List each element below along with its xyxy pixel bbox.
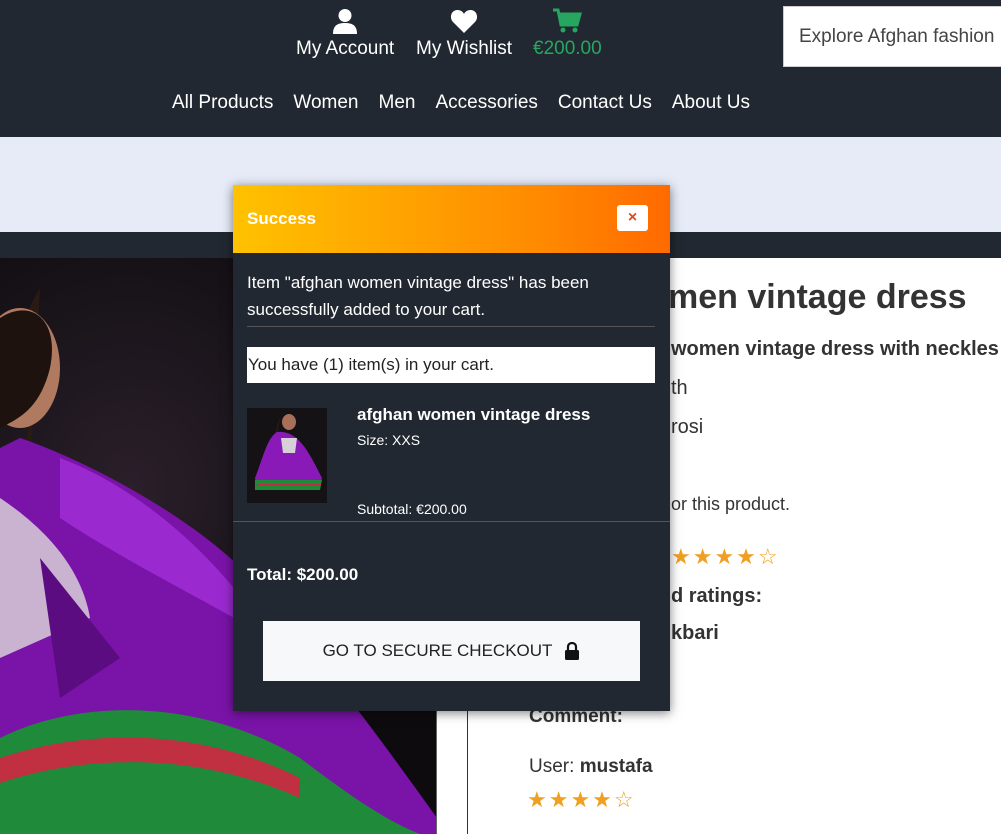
cart-total-label: Total: $200.00 [247, 565, 359, 584]
my-wishlist-label: My Wishlist [416, 38, 513, 59]
cart-icon [553, 8, 583, 33]
divider-2 [233, 521, 670, 522]
rating-stars-top: ★★★★☆ [671, 544, 780, 569]
modal-title: Success [247, 209, 316, 228]
nav-women[interactable]: Women [293, 92, 358, 114]
cart-link[interactable]: €200.00 [533, 8, 602, 60]
user-label: User: [529, 756, 575, 777]
product-line-3: rosi [671, 416, 704, 438]
cart-total: €200.00 [533, 38, 602, 59]
close-button[interactable]: × [617, 205, 648, 231]
checkout-label: GO TO SECURE CHECKOUT [322, 641, 553, 660]
success-message: Item "afghan women vintage dress" has be… [247, 273, 589, 319]
my-account-label: My Account [296, 38, 395, 59]
my-wishlist-link[interactable]: My Wishlist [416, 8, 512, 60]
site-header: My Account My Wishlist €200.00 All Produ… [0, 0, 1001, 137]
nav-about-us[interactable]: About Us [672, 92, 750, 114]
nav-contact-us[interactable]: Contact Us [558, 92, 652, 114]
modal-header: Success × [233, 185, 670, 253]
item-thumbnail [247, 408, 327, 503]
search-input[interactable] [784, 7, 1001, 66]
reviewer-name-1: kbari [671, 622, 719, 644]
success-modal: Success × Item "afghan women vintage dre… [233, 185, 670, 711]
review-user: User: mustafa [529, 756, 653, 778]
nav-all-products[interactable]: All Products [172, 92, 273, 114]
nav-accessories[interactable]: Accessories [435, 92, 537, 114]
reviews-note: or this product. [671, 494, 791, 514]
item-subtotal: Subtotal: €200.00 [357, 501, 467, 517]
product-description: women vintage dress with neckles [671, 338, 999, 360]
rating-stars-bottom: ★★★★☆ [527, 787, 636, 812]
item-name: afghan women vintage dress [357, 405, 591, 424]
ratings-label: d ratings: [671, 585, 763, 607]
close-icon: × [627, 209, 638, 226]
cart-count-text: You have (1) item(s) in your cart. [247, 347, 655, 383]
search-box[interactable] [783, 6, 1001, 67]
main-nav: All Products Women Men Accessories Conta… [172, 92, 750, 114]
lock-icon [565, 642, 580, 660]
my-account-link[interactable]: My Account [296, 8, 394, 60]
nav-men[interactable]: Men [379, 92, 416, 114]
product-line-2: th [671, 377, 688, 399]
secure-checkout-button[interactable]: GO TO SECURE CHECKOUT [263, 621, 640, 681]
divider [247, 326, 655, 327]
product-title: men vintage dress [668, 278, 967, 316]
user-icon [333, 9, 358, 34]
item-size: Size: XXS [357, 432, 421, 448]
heart-icon [450, 10, 478, 33]
user-name: mustafa [579, 756, 653, 777]
